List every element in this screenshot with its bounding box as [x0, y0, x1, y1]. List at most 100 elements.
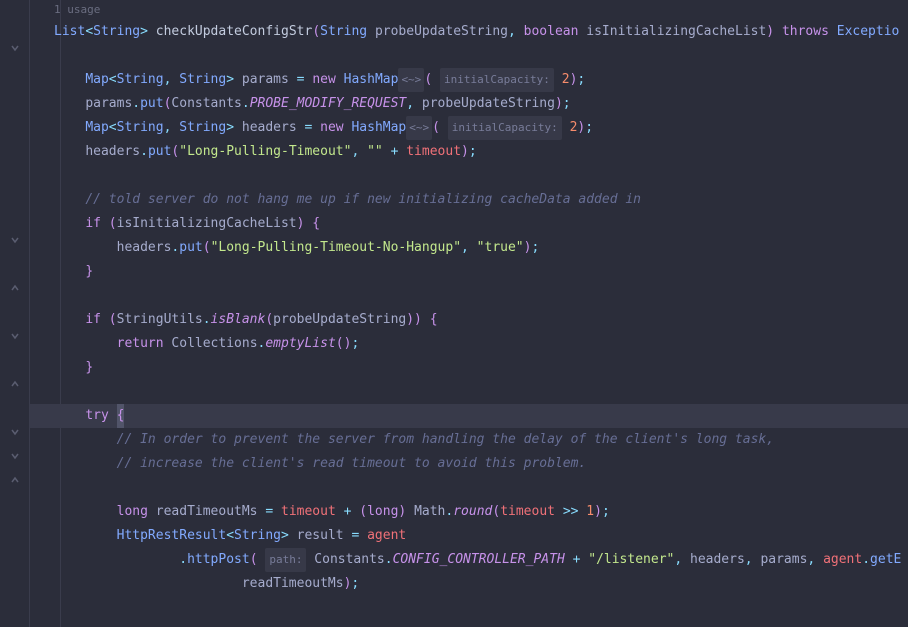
fold-icon[interactable] — [8, 281, 22, 295]
var: params — [85, 92, 132, 116]
dot: . — [179, 548, 187, 572]
brace: { — [117, 404, 125, 428]
code-line[interactable]: // told server do not hang me up if new … — [30, 188, 908, 212]
usage-hint[interactable]: 1 usage — [30, 0, 908, 20]
op: + — [391, 140, 399, 164]
fold-icon[interactable] — [8, 473, 22, 487]
bracket: > — [226, 68, 234, 92]
op: + — [573, 548, 581, 572]
code-line[interactable]: .httpPost( path: Constants.CONFIG_CONTRO… — [30, 548, 908, 572]
code-line-current[interactable]: try { — [30, 404, 908, 428]
fold-icon[interactable] — [8, 41, 22, 55]
brace: { — [312, 212, 320, 236]
code-editor[interactable]: 1 usage List<String> checkUpdateConfigSt… — [0, 0, 908, 627]
code-line[interactable]: // In order to prevent the server from h… — [30, 428, 908, 452]
comment: // told server do not hang me up if new … — [85, 188, 641, 212]
number: 2 — [570, 116, 578, 140]
comma: , — [674, 548, 682, 572]
method: isBlank — [211, 308, 266, 332]
keyword: try — [85, 404, 108, 428]
arg: params — [760, 548, 807, 572]
var: isInitializingCacheList — [117, 212, 297, 236]
code-line[interactable]: Map<String, String> headers = new HashMa… — [30, 116, 908, 140]
param-hint: initialCapacity: — [440, 68, 554, 92]
code-line[interactable] — [30, 380, 908, 404]
fold-icon[interactable] — [8, 425, 22, 439]
paren: ( — [164, 92, 172, 116]
code-line[interactable]: List<String> checkUpdateConfigStr(String… — [30, 20, 908, 44]
number: 1 — [586, 500, 594, 524]
semi: ; — [351, 572, 359, 596]
paren: ( — [109, 212, 117, 236]
type: Map — [85, 116, 108, 140]
fold-icon[interactable] — [8, 329, 22, 343]
semi: ; — [351, 332, 359, 356]
type: List — [54, 20, 85, 44]
code-line[interactable]: readTimeoutMs); — [30, 572, 908, 596]
code-line[interactable]: long readTimeoutMs = timeout + (long) Ma… — [30, 500, 908, 524]
semi: ; — [563, 92, 571, 116]
bracket: < — [226, 524, 234, 548]
paren: )) — [406, 308, 422, 332]
paren: ) — [555, 92, 563, 116]
paren: ) — [524, 236, 532, 260]
dot: . — [203, 308, 211, 332]
paren: ( — [203, 236, 211, 260]
op: >> — [563, 500, 579, 524]
fold-icon[interactable] — [8, 377, 22, 391]
fold-icon[interactable] — [8, 233, 22, 247]
string: "" — [367, 140, 383, 164]
comment: // increase the client's read timeout to… — [117, 452, 587, 476]
keyword: if — [85, 212, 101, 236]
semi: ; — [469, 140, 477, 164]
op: = — [297, 68, 305, 92]
paren: ( — [250, 548, 258, 572]
arg: probeUpdateString — [273, 308, 406, 332]
code-line[interactable] — [30, 44, 908, 68]
class: Constants — [171, 92, 241, 116]
param: isInitializingCacheList — [586, 20, 766, 44]
bracket: > — [281, 524, 289, 548]
bracket: < — [109, 68, 117, 92]
class: HashMap — [351, 116, 406, 140]
keyword: throws — [782, 20, 829, 44]
code-line[interactable]: if (isInitializingCacheList) { — [30, 212, 908, 236]
fold-icon[interactable] — [8, 449, 22, 463]
comma: , — [745, 548, 753, 572]
code-line[interactable]: params.put(Constants.PROBE_MODIFY_REQUES… — [30, 92, 908, 116]
paren: () — [336, 332, 352, 356]
code-line[interactable]: headers.put("Long-Pulling-Timeout", "" +… — [30, 140, 908, 164]
method: put — [140, 92, 163, 116]
code-line[interactable]: headers.put("Long-Pulling-Timeout-No-Han… — [30, 236, 908, 260]
code-line[interactable]: if (StringUtils.isBlank(probeUpdateStrin… — [30, 308, 908, 332]
code-area[interactable]: 1 usage List<String> checkUpdateConfigSt… — [30, 0, 908, 627]
brace: } — [85, 260, 93, 284]
dot: . — [140, 140, 148, 164]
code-line[interactable]: // increase the client's read timeout to… — [30, 452, 908, 476]
bracket: < — [109, 116, 117, 140]
code-line[interactable]: return Collections.emptyList(); — [30, 332, 908, 356]
type: long — [117, 500, 148, 524]
code-line[interactable] — [30, 284, 908, 308]
dot: . — [258, 332, 266, 356]
paren: ( — [265, 308, 273, 332]
code-line[interactable] — [30, 164, 908, 188]
type: String — [117, 68, 164, 92]
type: String — [93, 20, 140, 44]
comma: , — [351, 140, 359, 164]
code-line[interactable] — [30, 476, 908, 500]
dot: . — [171, 236, 179, 260]
semi: ; — [531, 236, 539, 260]
code-line[interactable]: } — [30, 356, 908, 380]
paren: ) — [398, 500, 406, 524]
keyword: return — [117, 332, 164, 356]
code-line[interactable]: Map<String, String> params = new HashMap… — [30, 68, 908, 92]
brace: { — [430, 308, 438, 332]
param-hint: initialCapacity: — [448, 116, 562, 140]
paren: ) — [297, 212, 305, 236]
method: put — [179, 236, 202, 260]
param: probeUpdateString — [375, 20, 508, 44]
code-line[interactable] — [30, 596, 908, 620]
code-line[interactable]: } — [30, 260, 908, 284]
code-line[interactable]: HttpRestResult<String> result = agent — [30, 524, 908, 548]
